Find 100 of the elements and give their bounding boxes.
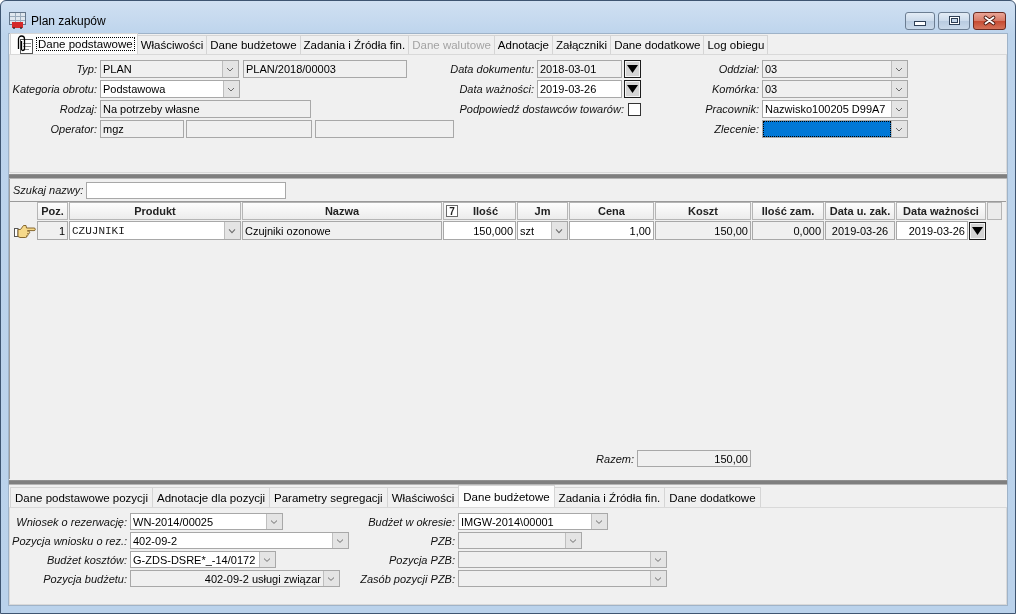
dropdown-field[interactable] <box>458 532 582 549</box>
field-label: Wniosek o rezerwację: <box>15 515 127 528</box>
field-label: Kategoria obrotu: <box>11 83 97 95</box>
date-field[interactable]: 2019-03-26 <box>896 221 968 240</box>
number-badge: 7 <box>446 205 458 217</box>
field-label: Operator: <box>49 123 97 135</box>
caret-down-icon[interactable] <box>624 80 641 98</box>
column-header[interactable]: Nazwa <box>242 202 442 220</box>
chevron-down-icon[interactable] <box>332 533 348 548</box>
text-field[interactable]: 150,00 <box>637 450 751 467</box>
field-label: Komórka: <box>710 83 759 95</box>
field-label: Typ: <box>75 63 97 75</box>
chevron-down-icon[interactable] <box>551 222 567 239</box>
table-cell: Czujniki ozonowe <box>242 221 442 240</box>
column-header[interactable]: Ilość zam. <box>752 202 824 220</box>
caret-down-icon[interactable] <box>624 60 641 78</box>
field-label: Zlecenie: <box>713 123 759 135</box>
chevron-down-icon[interactable] <box>259 552 275 567</box>
dropdown-field[interactable]: PLAN <box>100 60 239 78</box>
chevron-down-icon[interactable] <box>650 571 666 586</box>
dropdown-field[interactable] <box>458 551 667 568</box>
search-field[interactable] <box>86 181 287 199</box>
input-field[interactable]: 1,00 <box>569 221 654 240</box>
field-label: PZB: <box>429 534 455 547</box>
column-header[interactable]: 7 Ilość <box>443 202 516 220</box>
dropdown-field[interactable] <box>458 570 667 587</box>
chevron-down-icon[interactable] <box>222 61 238 77</box>
text-field[interactable] <box>186 120 312 138</box>
chevron-down-icon[interactable] <box>591 514 607 529</box>
dropdown-field[interactable]: 03 <box>762 80 908 98</box>
input-field[interactable]: 150,000 <box>443 221 516 240</box>
table-cell: 2019-03-26 <box>825 221 895 240</box>
column-header[interactable]: Data ważności <box>896 202 986 220</box>
dropdown-field[interactable] <box>762 120 908 138</box>
field-label: Pracownik: <box>704 103 759 115</box>
tab[interactable]: Załączniki <box>552 35 612 54</box>
chevron-down-icon[interactable] <box>565 533 581 548</box>
field-label: Budżet w okresie: <box>367 515 455 528</box>
text-field[interactable] <box>315 120 454 138</box>
text-field[interactable]: Na potrzeby własne <box>100 100 311 118</box>
tab[interactable]: Dane budżetowe <box>458 485 555 507</box>
chevron-down-icon[interactable] <box>323 571 339 586</box>
caret-down-icon[interactable] <box>969 221 986 240</box>
chevron-down-icon[interactable] <box>223 81 239 97</box>
spreadsheet-icon <box>9 12 26 29</box>
tab[interactable]: Adnotacje <box>493 35 553 54</box>
table-cell: 1 <box>37 221 68 240</box>
text-field[interactable]: mgz <box>100 120 184 138</box>
chevron-down-icon[interactable] <box>650 552 666 567</box>
field-label: Pozycja budżetu: <box>42 572 127 585</box>
text-field[interactable]: PLAN/2018/00003 <box>243 60 407 78</box>
column-header[interactable]: Data u. zak. <box>825 202 895 220</box>
minimize-button[interactable] <box>905 11 935 30</box>
dropdown-field[interactable]: WN-2014/00025 <box>130 513 283 530</box>
tab[interactable]: Adnotacje dla pozycji <box>151 487 270 507</box>
column-header[interactable]: Koszt <box>655 202 751 220</box>
grid-corner <box>987 202 1002 220</box>
window-title: Plan zakupów <box>31 13 106 28</box>
table-cell: 150,00 <box>655 221 751 240</box>
field-label: Razem: <box>596 452 634 465</box>
column-header[interactable]: Produkt <box>69 202 241 220</box>
column-header[interactable]: Jm <box>517 202 568 220</box>
field-label: Data ważności: <box>459 83 534 95</box>
chevron-down-icon[interactable] <box>891 101 907 117</box>
dropdown-field[interactable]: 03 <box>762 60 908 78</box>
chevron-down-icon[interactable] <box>224 222 240 239</box>
checkbox[interactable] <box>628 102 641 116</box>
tab[interactable]: Parametry segregacji <box>269 487 388 507</box>
column-header[interactable]: Cena <box>569 202 654 220</box>
chevron-down-icon[interactable] <box>891 61 907 77</box>
dropdown-field[interactable]: IMGW-2014\00001 <box>458 513 608 530</box>
field-label: Budżet kosztów: <box>45 553 127 566</box>
field-label: Oddział: <box>717 63 759 75</box>
tab[interactable]: Log obiegu <box>703 35 769 54</box>
close-icon <box>983 15 996 26</box>
dropdown-field[interactable]: szt <box>517 221 568 240</box>
dropdown-field[interactable]: CZUJNIKI <box>69 221 241 240</box>
close-button[interactable] <box>973 11 1006 30</box>
field-label: Zasób pozycji PZB: <box>359 572 455 585</box>
field-label: Pozycja PZB: <box>387 553 455 566</box>
tab[interactable]: Dane podstawowe pozycji <box>10 487 153 507</box>
chevron-down-icon[interactable] <box>891 81 907 97</box>
field-label: Pozycja wniosku o rez.: <box>11 534 127 547</box>
tab[interactable]: Dane podstawowe <box>10 33 138 54</box>
date-field[interactable]: 2018-03-01 <box>537 60 622 78</box>
tab[interactable]: Dane dodatkowe <box>664 487 761 507</box>
dropdown-field[interactable]: 402-09-2 usługi związar <box>130 570 340 587</box>
column-header[interactable]: Poz. <box>37 202 68 220</box>
dropdown-field[interactable]: Nazwisko100205 D99A7 <box>762 100 908 118</box>
dropdown-field[interactable]: 402-09-2 <box>130 532 349 549</box>
chevron-down-icon[interactable] <box>891 121 907 137</box>
minimize-icon <box>914 21 926 26</box>
field-label: Rodzaj: <box>58 103 97 115</box>
chevron-down-icon[interactable] <box>266 514 282 529</box>
table-cell: 0,000 <box>752 221 824 240</box>
dropdown-field[interactable]: G-ZDS-DSRE*_-14/0172 <box>130 551 276 568</box>
maximize-button[interactable] <box>938 11 970 30</box>
date-field[interactable]: 2019-03-26 <box>537 80 622 98</box>
dropdown-field[interactable]: Podstawowa <box>100 80 240 98</box>
field-label: Podpowiedź dostawców towarów: <box>459 103 624 115</box>
